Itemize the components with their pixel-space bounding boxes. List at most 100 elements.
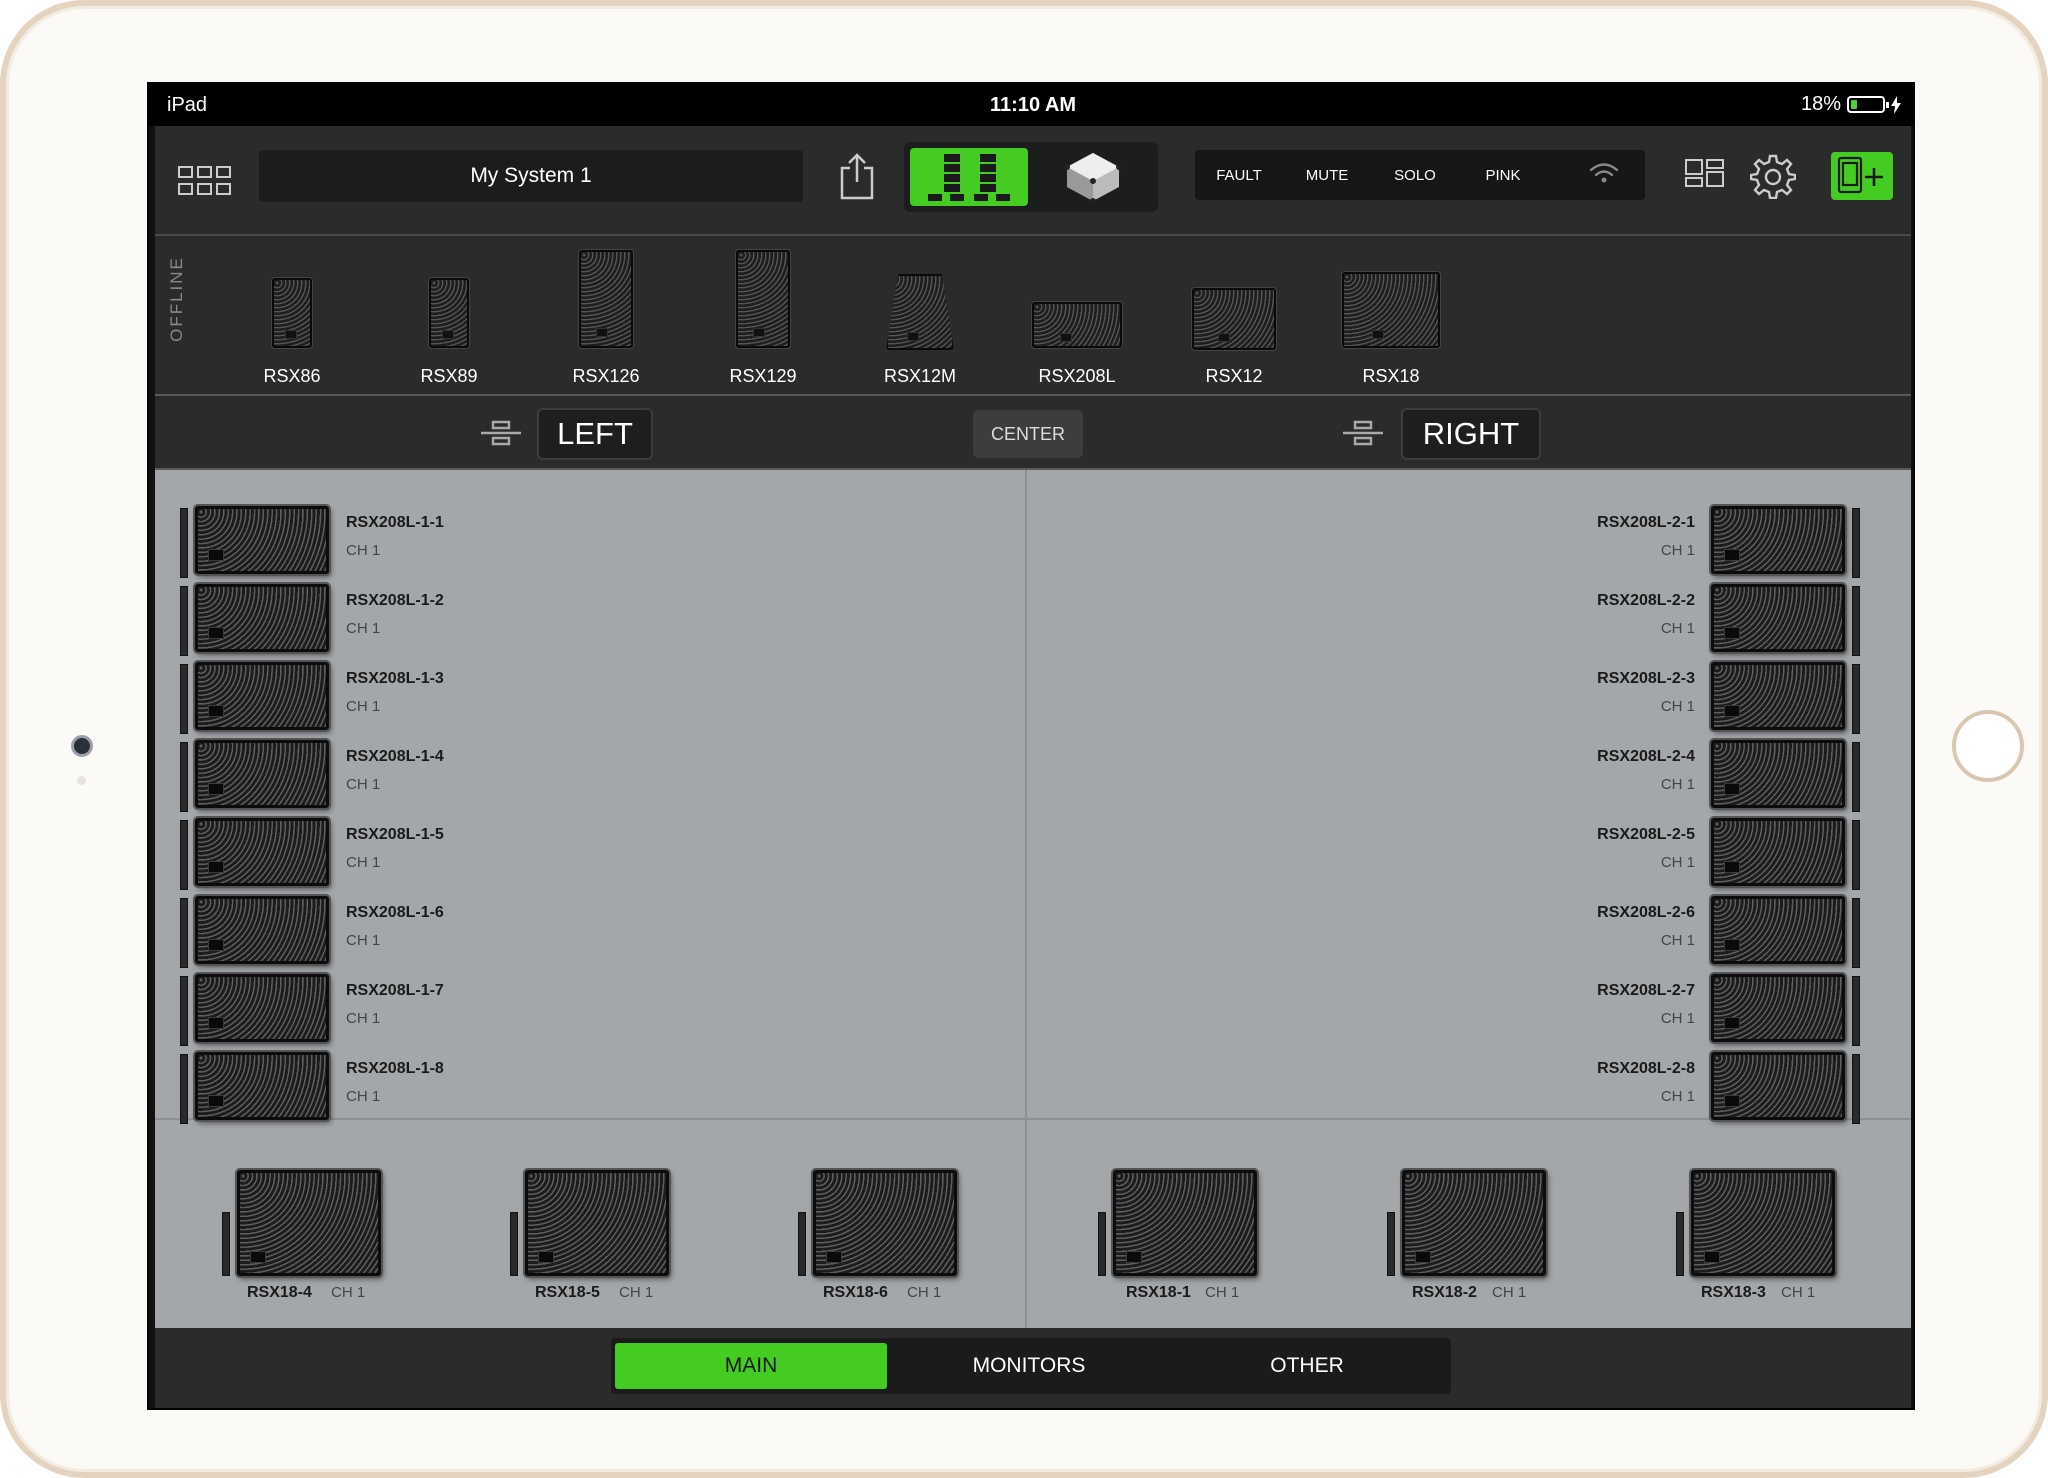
- speaker-name: RSX208L-2-7: [1597, 982, 1695, 999]
- zone-header: LEFT CENTER RIGHT: [155, 396, 1911, 470]
- fault-button[interactable]: FAULT: [1195, 167, 1283, 184]
- zone-left-button[interactable]: LEFT: [537, 408, 653, 460]
- settings-button[interactable]: [1749, 150, 1797, 202]
- speaker-rsx208l-1-6[interactable]: [195, 896, 329, 964]
- control-bar: FAULT MUTE SOLO PINK: [1195, 150, 1645, 200]
- tab-main[interactable]: MAIN: [615, 1343, 887, 1389]
- speaker-rsx208l-1-7[interactable]: [195, 974, 329, 1042]
- offline-model-rsx18[interactable]: RSX18: [1326, 236, 1456, 396]
- level-meter: [180, 508, 188, 578]
- speaker-name: RSX208L-2-8: [1597, 1060, 1695, 1077]
- top-toolbar: My System 1 FAULT MUTE SOLO PINK: [155, 126, 1911, 236]
- model-label: RSX12: [1205, 366, 1263, 386]
- 3d-view-button[interactable]: [1034, 148, 1152, 206]
- level-meter: [180, 1054, 188, 1124]
- speaker-name: RSX208L-2-2: [1597, 592, 1695, 609]
- offline-model-rsx12m[interactable]: RSX12M: [855, 236, 985, 396]
- offline-model-rsx126[interactable]: RSX126: [541, 236, 671, 396]
- view-mode-toggle: [904, 142, 1158, 212]
- speaker-rsx208l-2-1[interactable]: [1711, 506, 1845, 574]
- speaker-rsx208l-2-7[interactable]: [1711, 974, 1845, 1042]
- subwoofer-rsx18-5[interactable]: [525, 1170, 669, 1276]
- home-button[interactable]: [1952, 710, 2024, 782]
- speaker-name: RSX208L-2-1: [1597, 514, 1695, 531]
- speaker-rsx208l-1-3[interactable]: [195, 662, 329, 730]
- sub-divider: [155, 1118, 1911, 1120]
- level-meter: [180, 742, 188, 812]
- subwoofer-name: RSX18-6: [823, 1284, 888, 1301]
- model-label: RSX89: [420, 366, 478, 386]
- zone-right-button[interactable]: RIGHT: [1401, 408, 1541, 460]
- level-meter: [510, 1212, 518, 1276]
- speaker-rsx208l-1-4[interactable]: [195, 740, 329, 808]
- speaker-rsx208l-1-8[interactable]: [195, 1052, 329, 1120]
- clock: 11:10 AM: [990, 94, 1076, 116]
- tab-other[interactable]: OTHER: [1171, 1343, 1443, 1389]
- offline-model-rsx86[interactable]: RSX86: [227, 236, 357, 396]
- subwoofer-rsx18-1[interactable]: [1113, 1170, 1257, 1276]
- share-button[interactable]: [835, 146, 879, 206]
- model-label: RSX129: [729, 366, 797, 386]
- layout-button[interactable]: [1683, 154, 1727, 198]
- subwoofer-rsx18-3[interactable]: [1691, 1170, 1835, 1276]
- speaker-rsx208l-1-1[interactable]: [195, 506, 329, 574]
- speaker-channel: CH 1: [1660, 698, 1695, 715]
- speaker-channel: CH 1: [1660, 1010, 1695, 1027]
- subwoofer-channel: CH 1: [1492, 1284, 1527, 1301]
- offline-device-palette: OFFLINE RSX86 RSX89 RSX126 RSX129 RSX12M: [155, 236, 1911, 396]
- offline-model-rsx12[interactable]: RSX12: [1169, 236, 1299, 396]
- speaker-rsx208l-2-4[interactable]: [1711, 740, 1845, 808]
- grid-menu-icon: [178, 166, 231, 195]
- subwoofer-name: RSX18-5: [535, 1284, 600, 1301]
- right-link-icon[interactable]: [1341, 418, 1385, 448]
- pink-noise-button[interactable]: PINK: [1459, 167, 1547, 184]
- level-meter: [1852, 664, 1860, 734]
- subwoofer-rsx18-6[interactable]: [813, 1170, 957, 1276]
- offline-model-rsx89[interactable]: RSX89: [384, 236, 514, 396]
- level-meter: [180, 898, 188, 968]
- level-meter: [1852, 976, 1860, 1046]
- model-label: RSX208L: [1038, 366, 1116, 386]
- rack-view-button[interactable]: [910, 148, 1028, 206]
- speaker-channel: CH 1: [1660, 620, 1695, 637]
- speaker-channel: CH 1: [1660, 776, 1695, 793]
- solo-button[interactable]: SOLO: [1371, 167, 1459, 184]
- level-meter: [180, 976, 188, 1046]
- level-meter: [1387, 1212, 1395, 1276]
- speaker-rsx208l-2-8[interactable]: [1711, 1052, 1845, 1120]
- speaker-channel: CH 1: [346, 776, 381, 793]
- share-icon: [840, 153, 874, 200]
- left-link-icon[interactable]: [479, 418, 523, 448]
- speaker-rsx208l-1-5[interactable]: [195, 818, 329, 886]
- speaker-rsx208l-1-2[interactable]: [195, 584, 329, 652]
- speaker-thumbnail: [1342, 272, 1440, 348]
- speaker-rsx208l-2-6[interactable]: [1711, 896, 1845, 964]
- system-name-field[interactable]: My System 1: [259, 150, 803, 202]
- app-grid-button[interactable]: [175, 156, 235, 206]
- level-meter: [1098, 1212, 1106, 1276]
- sensor-dot: [77, 776, 86, 785]
- speaker-name: RSX208L-1-7: [346, 982, 444, 999]
- speaker-channel: CH 1: [346, 620, 381, 637]
- speaker-rsx208l-2-2[interactable]: [1711, 584, 1845, 652]
- cube-3d-icon: [1064, 153, 1122, 203]
- speaker-thumbnail: [579, 250, 633, 348]
- tab-monitors[interactable]: MONITORS: [893, 1343, 1165, 1389]
- wifi-icon[interactable]: [1589, 162, 1619, 188]
- speaker-channel: CH 1: [346, 1088, 381, 1105]
- offline-model-rsx208l[interactable]: RSX208L: [1012, 236, 1142, 396]
- rack-view-icon: [928, 154, 1010, 201]
- level-meter: [222, 1212, 230, 1276]
- speaker-name: RSX208L-1-3: [346, 670, 444, 687]
- zone-center-button[interactable]: CENTER: [973, 410, 1083, 458]
- subwoofer-channel: CH 1: [1205, 1284, 1240, 1301]
- subwoofer-rsx18-2[interactable]: [1402, 1170, 1546, 1276]
- speaker-rsx208l-2-5[interactable]: [1711, 818, 1845, 886]
- mix-tabs: MAIN MONITORS OTHER: [611, 1338, 1451, 1394]
- subwoofer-rsx18-4[interactable]: [237, 1170, 381, 1276]
- offline-model-rsx129[interactable]: RSX129: [698, 236, 828, 396]
- speaker-thumbnail: [272, 278, 312, 348]
- mute-button[interactable]: MUTE: [1283, 167, 1371, 184]
- speaker-rsx208l-2-3[interactable]: [1711, 662, 1845, 730]
- add-device-button[interactable]: [1831, 152, 1893, 200]
